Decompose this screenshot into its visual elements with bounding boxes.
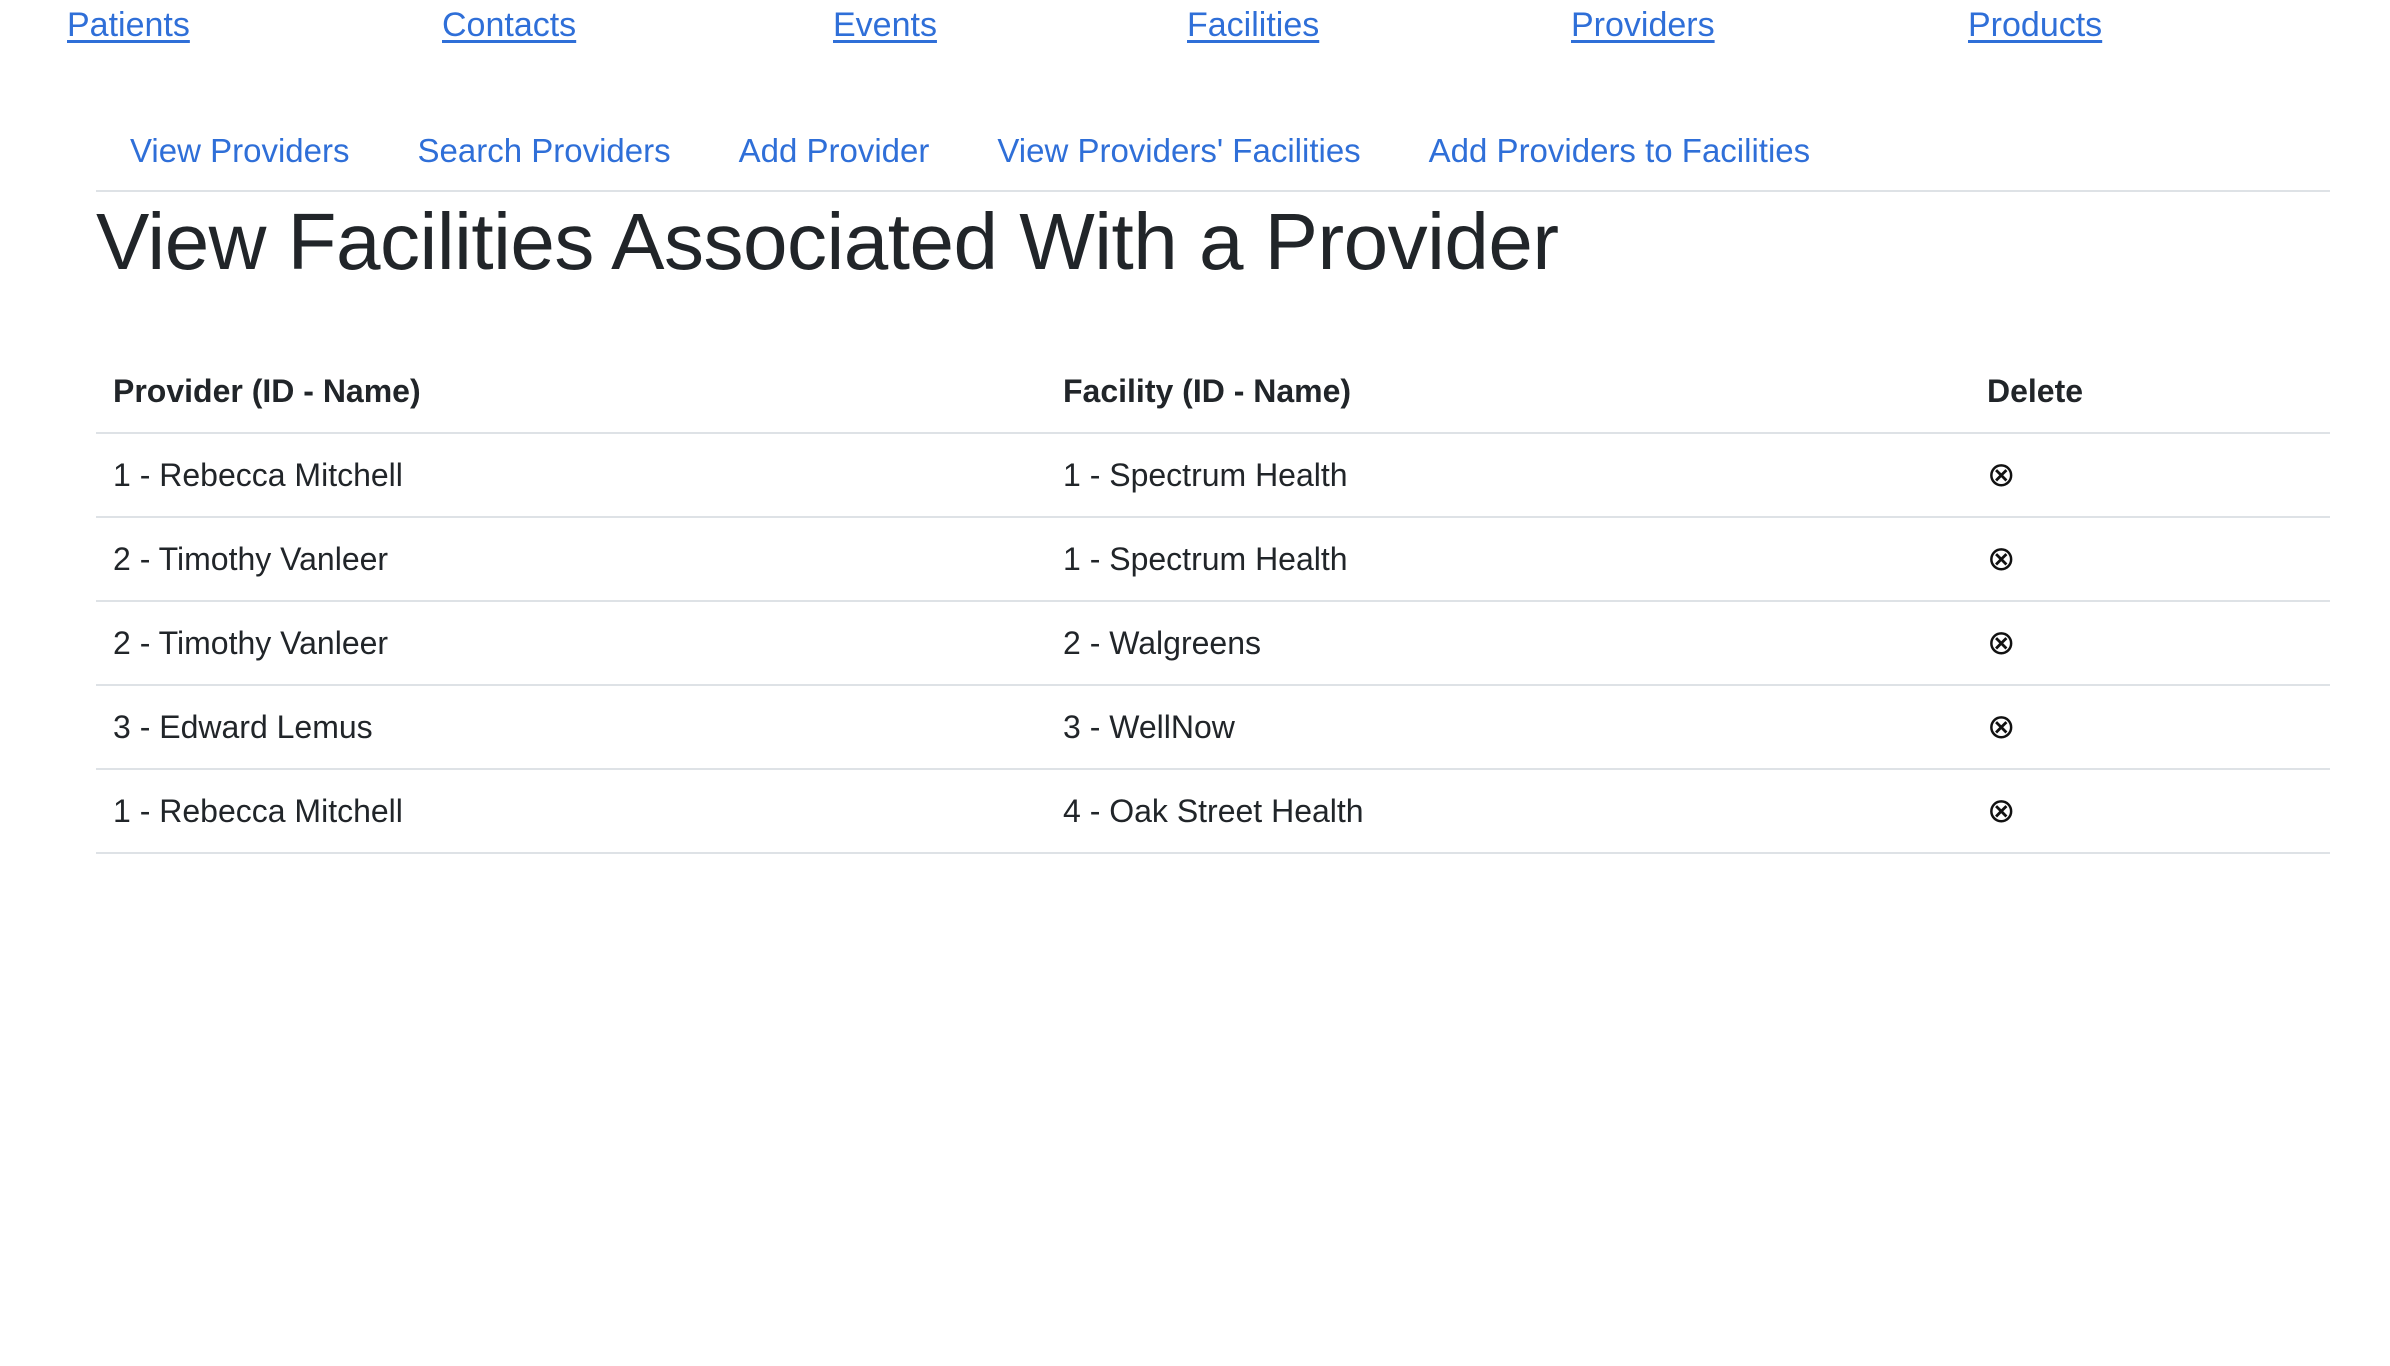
cell-delete: ⊗ bbox=[1970, 685, 2330, 770]
cell-facility: 4 - Oak Street Health bbox=[1046, 769, 1970, 854]
cell-facility: 3 - WellNow bbox=[1046, 685, 1970, 770]
delete-icon[interactable]: ⊗ bbox=[1987, 710, 2016, 744]
nav-link-facilities[interactable]: Facilities bbox=[1187, 6, 1319, 45]
subnav-add-provider[interactable]: Add Provider bbox=[705, 120, 964, 170]
delete-icon[interactable]: ⊗ bbox=[1987, 542, 2016, 576]
nav-link-events[interactable]: Events bbox=[833, 6, 937, 45]
table-row: 2 - Timothy Vanleer 2 - Walgreens ⊗ bbox=[96, 601, 2330, 686]
delete-icon[interactable]: ⊗ bbox=[1987, 626, 2016, 660]
table-row: 1 - Rebecca Mitchell 4 - Oak Street Heal… bbox=[96, 769, 2330, 854]
cell-facility: 1 - Spectrum Health bbox=[1046, 433, 1970, 518]
header-delete: Delete bbox=[1970, 350, 2330, 434]
provider-facility-table-container: Provider (ID - Name) Facility (ID - Name… bbox=[96, 350, 2330, 854]
header-provider: Provider (ID - Name) bbox=[96, 350, 1046, 434]
nav-link-providers[interactable]: Providers bbox=[1571, 6, 1715, 45]
nav-link-products[interactable]: Products bbox=[1968, 6, 2102, 45]
page-title: View Facilities Associated With a Provid… bbox=[96, 197, 1559, 286]
cell-provider: 1 - Rebecca Mitchell bbox=[96, 433, 1046, 518]
cell-facility: 2 - Walgreens bbox=[1046, 601, 1970, 686]
cell-delete: ⊗ bbox=[1970, 433, 2330, 518]
header-facility: Facility (ID - Name) bbox=[1046, 350, 1970, 434]
cell-delete: ⊗ bbox=[1970, 517, 2330, 602]
table-header: Provider (ID - Name) Facility (ID - Name… bbox=[96, 350, 2330, 434]
delete-icon[interactable]: ⊗ bbox=[1987, 458, 2016, 492]
top-nav: Patients Contacts Events Facilities Prov… bbox=[0, 0, 2390, 56]
cell-provider: 2 - Timothy Vanleer bbox=[96, 517, 1046, 602]
table-row: 3 - Edward Lemus 3 - WellNow ⊗ bbox=[96, 685, 2330, 770]
provider-sub-nav: View Providers Search Providers Add Prov… bbox=[96, 120, 2330, 192]
table-header-row: Provider (ID - Name) Facility (ID - Name… bbox=[96, 350, 2330, 434]
cell-provider: 2 - Timothy Vanleer bbox=[96, 601, 1046, 686]
cell-provider: 1 - Rebecca Mitchell bbox=[96, 769, 1046, 854]
table-body: 1 - Rebecca Mitchell 1 - Spectrum Health… bbox=[96, 433, 2330, 854]
delete-icon[interactable]: ⊗ bbox=[1987, 794, 2016, 828]
cell-provider: 3 - Edward Lemus bbox=[96, 685, 1046, 770]
cell-facility: 1 - Spectrum Health bbox=[1046, 517, 1970, 602]
table-row: 1 - Rebecca Mitchell 1 - Spectrum Health… bbox=[96, 433, 2330, 518]
subnav-search-providers[interactable]: Search Providers bbox=[383, 120, 704, 170]
subnav-view-providers-facilities[interactable]: View Providers' Facilities bbox=[963, 120, 1394, 170]
provider-facility-table: Provider (ID - Name) Facility (ID - Name… bbox=[96, 350, 2330, 854]
cell-delete: ⊗ bbox=[1970, 601, 2330, 686]
subnav-view-providers[interactable]: View Providers bbox=[96, 120, 383, 170]
subnav-add-providers-to-facilities[interactable]: Add Providers to Facilities bbox=[1395, 120, 1844, 170]
table-row: 2 - Timothy Vanleer 1 - Spectrum Health … bbox=[96, 517, 2330, 602]
nav-link-patients[interactable]: Patients bbox=[67, 6, 190, 45]
cell-delete: ⊗ bbox=[1970, 769, 2330, 854]
nav-link-contacts[interactable]: Contacts bbox=[442, 6, 576, 45]
